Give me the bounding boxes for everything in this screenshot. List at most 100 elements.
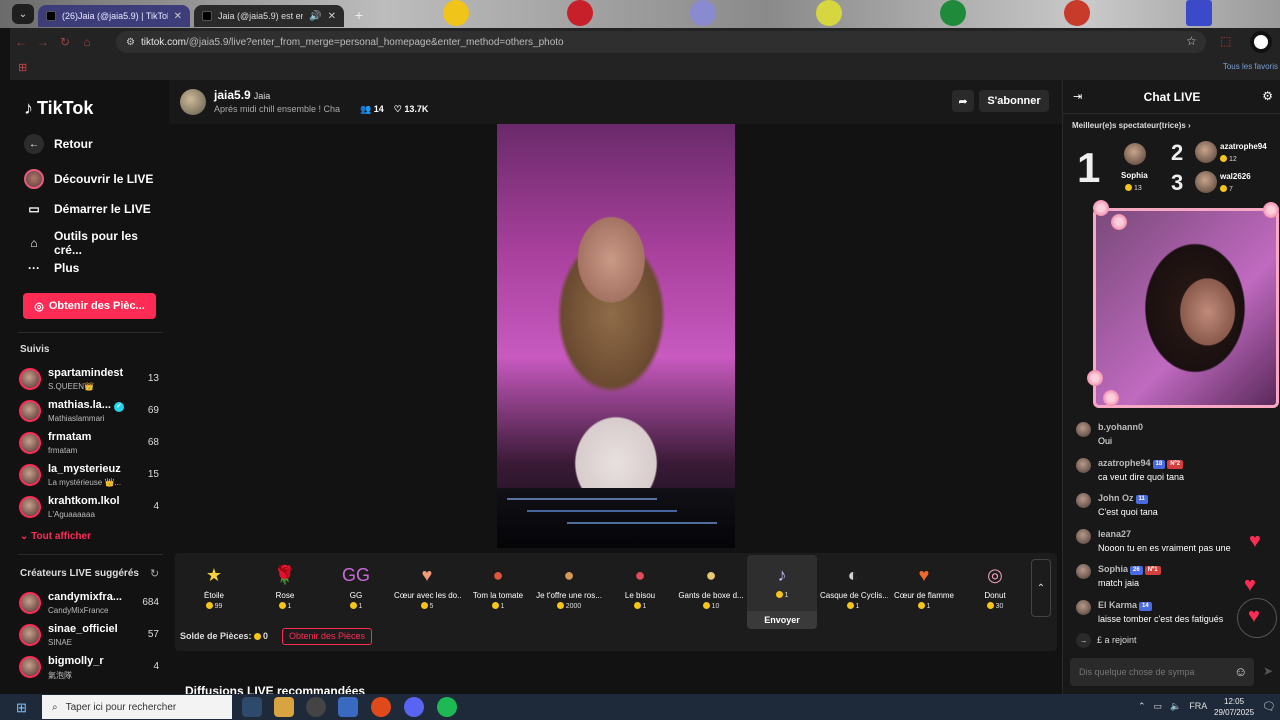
gift-item[interactable]: GG GG 1 (321, 555, 391, 625)
close-icon[interactable]: ✕ (174, 11, 182, 22)
avatar[interactable] (1195, 171, 1217, 193)
avatar[interactable] (1076, 599, 1091, 615)
chat-username[interactable]: John Oz 11 (1098, 493, 1148, 504)
notification-icon[interactable]: 🗨 (1262, 700, 1276, 713)
gift-item[interactable]: 🌹 Rose 1 (250, 555, 320, 625)
host-avatar[interactable] (180, 89, 206, 115)
file-explorer-icon[interactable] (274, 697, 294, 717)
gift-item[interactable]: ♥ Cœur avec les do... 5 (392, 555, 462, 625)
chevron-up-icon[interactable]: ⌃ (1138, 701, 1146, 712)
gift-item[interactable]: ♪ 1 Envoyer (747, 555, 817, 629)
get-coins-link[interactable]: Obtenir des Pièces (282, 628, 373, 645)
gift-item[interactable]: ● Je t'offre une ros... 2000 (534, 555, 604, 625)
gift-item[interactable]: ● Tom la tomate 1 (463, 555, 533, 625)
app-icon[interactable] (338, 697, 358, 717)
live-video[interactable] (497, 124, 735, 548)
clock[interactable]: 12:05 29/07/2025 (1214, 696, 1254, 718)
close-icon[interactable]: ✕ (328, 11, 336, 22)
send-gift-button[interactable]: Envoyer (747, 611, 817, 629)
gift-item[interactable]: ● Le bisou 1 (605, 555, 675, 625)
home-icon[interactable]: ⌂ (76, 35, 98, 49)
followed-account[interactable]: spartamindest S.QUEEN👑 13 (19, 365, 159, 395)
chat-username[interactable]: Sophia 26 Nº1 (1098, 564, 1161, 575)
chat-panel: ⇥ Chat LIVE ⚙ Meilleur(e)s spectateur(tr… (1062, 80, 1280, 694)
divider (18, 332, 163, 333)
coin-icon (278, 602, 286, 609)
language-indicator[interactable]: FRA (1189, 701, 1207, 712)
discord-icon[interactable] (404, 697, 424, 717)
reload-icon[interactable]: ↻ (54, 35, 76, 49)
volume-icon[interactable]: 🔈 (1170, 701, 1181, 712)
top-viewers-title[interactable]: Meilleur(e)s spectateur(trice)s › (1072, 121, 1191, 130)
bookmark-star-icon[interactable]: ☆ (1186, 34, 1197, 48)
tab-search-button[interactable]: ⌄ (12, 4, 34, 24)
avatar[interactable] (1076, 457, 1091, 473)
all-bookmarks-link[interactable]: Tous les favoris (1223, 62, 1278, 71)
chat-username[interactable]: b.yohann0 (1098, 422, 1143, 432)
app-icon[interactable] (306, 697, 326, 717)
viewer-count: 684 (142, 597, 159, 608)
nav-discover-live[interactable]: Découvrir le LIVE (24, 169, 153, 189)
host-name[interactable]: jaia5.9 Jaia (214, 88, 270, 102)
chat-username[interactable]: El Karma 14 (1098, 600, 1152, 611)
followed-account[interactable]: frmatam frmatam 68 (19, 429, 159, 459)
chat-input[interactable] (1070, 658, 1254, 686)
gift-item[interactable]: ♥ Cœur de flamme 1 (889, 555, 959, 625)
get-coins-button[interactable]: ◎ Obtenir des Pièc... (23, 293, 156, 319)
avatar[interactable] (1076, 528, 1091, 544)
avatar[interactable] (1076, 493, 1091, 508)
gift-item[interactable]: ● Gants de boxe d... 10 (676, 555, 746, 625)
forward-arrow-icon[interactable]: → (32, 35, 54, 49)
avatar[interactable] (1076, 422, 1091, 437)
gift-item[interactable]: ★ Étoile 99 (179, 555, 249, 625)
refresh-icon[interactable]: ↻ (150, 567, 159, 580)
suggested-account[interactable]: candymixfra... CandyMixFrance 684 (19, 589, 159, 619)
expand-gifts-button[interactable]: ⌃ (1031, 559, 1051, 617)
extensions-icon[interactable]: ⬚ (1220, 34, 1231, 48)
avatar[interactable] (1195, 141, 1217, 163)
chrome-app-icon[interactable] (242, 697, 262, 717)
gift-item[interactable]: ◎ Donut 30 (960, 555, 1030, 625)
subscribe-button[interactable]: S'abonner (979, 90, 1049, 112)
speaker-icon[interactable]: 🔊 (309, 11, 321, 22)
site-info-icon[interactable]: ⚙ (126, 37, 135, 48)
gift-item[interactable]: ◐ Casque de Cyclis... 1 (818, 555, 888, 625)
nav-creator-tools[interactable]: ⌂ Outils pour les cré... (24, 229, 169, 257)
avatar[interactable] (1076, 564, 1091, 579)
browser-tab-1[interactable]: (26)Jaia (@jaia5.9) | TikTok ✕ (38, 5, 190, 27)
back-button[interactable]: ← Retour (24, 134, 93, 154)
send-icon[interactable]: ➤ (1263, 664, 1273, 678)
share-button[interactable]: ➦ (952, 90, 974, 112)
chat-username[interactable]: azatrophe94 18 Nº2 (1098, 458, 1184, 469)
see-all-link[interactable]: ⌄ Tout afficher (20, 531, 91, 542)
tiktok-logo[interactable]: ♪ TikTok (24, 98, 93, 119)
back-arrow-icon[interactable]: ← (10, 35, 32, 49)
suggested-account[interactable]: sinae_officiel SINAE 57 (19, 621, 159, 651)
gear-icon[interactable]: ⚙ (1262, 89, 1273, 103)
app-icon[interactable] (371, 697, 391, 717)
profile-avatar[interactable] (1250, 31, 1272, 53)
address-bar[interactable]: ⚙ tiktok.com/@jaia5.9/live?enter_from_me… (116, 31, 1206, 53)
emoji-icon[interactable]: ☺ (1234, 664, 1247, 679)
account-name: frmatam (48, 431, 92, 443)
windows-start-icon[interactable]: ⊞ (16, 700, 27, 716)
nav-start-live[interactable]: ▭ Démarrer le LIVE (24, 199, 150, 219)
suggested-account[interactable]: bigmolly_r 氣泡隊 4 (19, 653, 159, 683)
network-icon[interactable]: ▭ (1154, 701, 1163, 712)
avatar[interactable] (1124, 143, 1146, 165)
taskbar-search[interactable]: ⌕ Taper ici pour rechercher (42, 695, 232, 719)
followed-account[interactable]: mathias.la... ✓ Mathiaslammari 69 (19, 397, 159, 427)
followed-account[interactable]: krahtkom.lkol L'Aguaaaaaa 4 (19, 493, 159, 523)
spotify-icon[interactable] (437, 697, 457, 717)
apps-grid-icon[interactable]: ⊞ (18, 61, 27, 74)
followed-account[interactable]: la_mysterieuz La mystérieuse 👑... 15 (19, 461, 159, 491)
account-nickname: La mystérieuse 👑... (48, 478, 122, 487)
gift-name: Rose (275, 591, 295, 600)
level-badge: 14 (1139, 601, 1152, 611)
pip-video-overlay[interactable] (1093, 208, 1279, 408)
new-tab-button[interactable]: + (350, 6, 368, 24)
chat-username[interactable]: leana27 (1098, 529, 1131, 539)
coin-icon (556, 602, 564, 609)
browser-tab-2[interactable]: Jaia (@jaia5.9) est en LIVE 🔊 ✕ (194, 5, 344, 27)
nav-more[interactable]: ··· Plus (24, 258, 79, 278)
